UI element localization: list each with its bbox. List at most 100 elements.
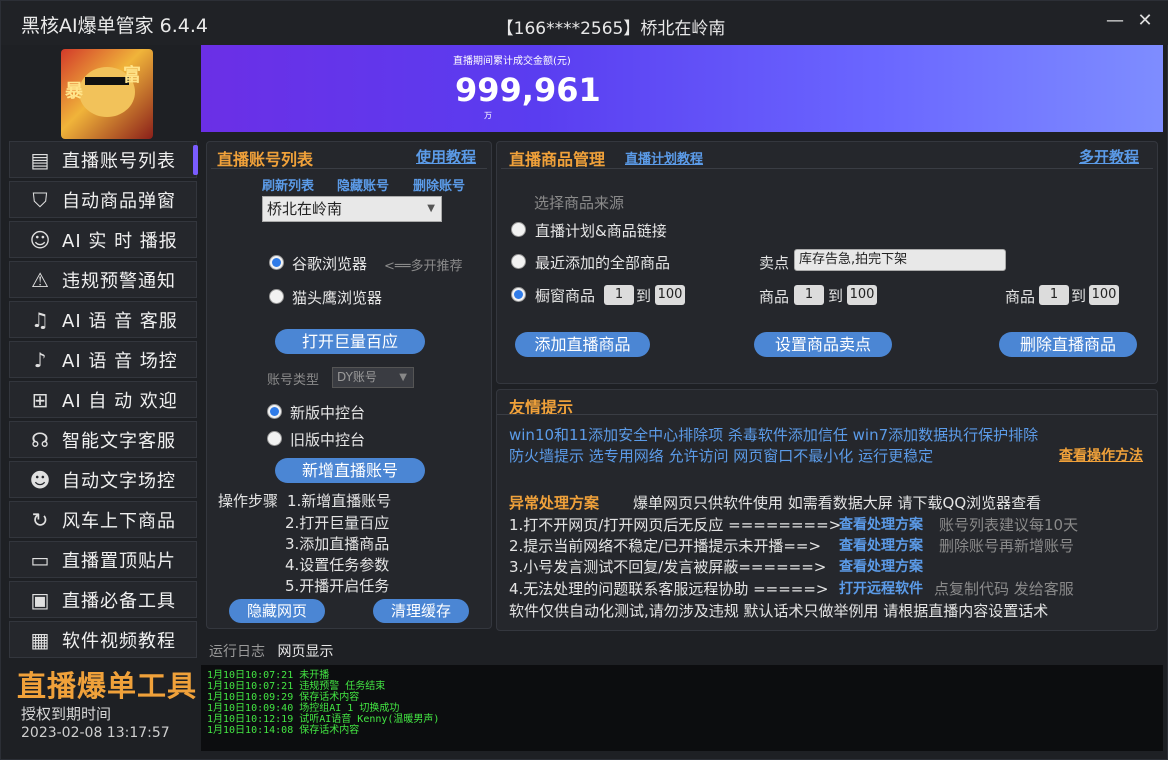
nav-selected-indicator [193,145,198,175]
agent-icon: ☺ [29,227,51,252]
range-start-input[interactable]: 1 [604,285,634,305]
del-range-start-input[interactable]: 1 [1039,285,1069,305]
plan-tutorial-link[interactable]: 直播计划教程 [625,148,703,167]
tab-run-log[interactable]: 运行日志 [209,644,265,660]
shopping-bag-icon: ⛉ [32,187,48,212]
goods-label: 商品 [1005,288,1036,306]
refresh-icon: ↻ [31,507,49,532]
sidebar-item-label: 智能文字客服 [62,430,176,452]
range-to-label: 到 [1071,287,1087,305]
banner-unit: 万 [484,111,492,120]
hide-account-link[interactable]: 隐藏账号 [337,175,389,194]
divider [211,168,487,169]
tips-line-1: win10和11添加安全中心排除项 杀毒软件添加信任 win7添加数据执行保护排… [509,426,1039,444]
goods-panel-title: 直播商品管理 [509,150,606,169]
sidebar-item[interactable]: ▣ 直播必备工具 [9,581,197,618]
source-label: 选择商品来源 [534,194,625,212]
sidebar-item-label: 自动文字场控 [62,470,176,492]
sidebar-item-label: 直播账号列表 [62,150,176,172]
window-goods-radio[interactable] [511,287,526,302]
view-method-link[interactable]: 查看操作方法 [1059,445,1143,465]
sidebar-item[interactable]: ▦ 软件视频教程 [9,621,197,658]
sales-banner: 直播期间累计成交金额(元) 999,961 万 [201,45,1163,132]
open-juliang-button[interactable]: 打开巨量百应 [275,329,425,354]
add-goods-button[interactable]: 添加直播商品 [515,332,650,357]
camera-icon: ▣ [30,587,50,612]
view-solution-link-3[interactable]: 查看处理方案 [839,556,923,576]
log-line: 1月10日10:07:21 违规预警 任务结束 [207,681,386,692]
step-item: 5.开播开启任务 [285,577,390,595]
old-console-label: 旧版中控台 [290,431,366,449]
sidebar-item[interactable]: ☊ 智能文字客服 [9,421,197,458]
issue-row-4: 4.无法处理的问题联系客服远程协助 =====> [509,580,829,598]
minimize-button[interactable]: — [1103,9,1127,33]
chevron-down-icon: ▼ [427,203,435,214]
delete-goods-button[interactable]: 删除直播商品 [999,332,1137,357]
sidebar-item[interactable]: ⊞ AI 自 动 欢迎 [9,381,197,418]
sidebar-item[interactable]: ☻ 自动文字场控 [9,461,197,498]
sidebar-item-label: AI 语 音 客服 [62,310,178,332]
brand-logo-text: 直播爆单工具 [17,669,198,703]
disclaimer-footer: 软件仅供自动化测试,请勿涉及违规 默认话术只做举例用 请根据直播内容设置话术 [509,602,1049,620]
close-button[interactable]: ✕ [1133,9,1157,33]
title-bar: 黑核AI爆单管家 6.4.4 【166****2565】桥北在岭南 — ✕ [1,1,1168,45]
sidebar-item-label: 软件视频教程 [62,630,176,652]
account-panel-title: 直播账号列表 [217,150,314,169]
clear-cache-button[interactable]: 清理缓存 [373,599,469,623]
set-range-start-input[interactable]: 1 [794,285,824,305]
view-solution-link-2[interactable]: 查看处理方案 [839,535,923,555]
issue-row-3: 3.小号发言测试不回复/发言被屏蔽======> [509,558,827,576]
step-item: 2.打开巨量百应 [285,514,390,532]
old-console-radio[interactable] [267,431,282,446]
multi-open-tutorial-link[interactable]: 多开教程 [1079,146,1139,167]
delete-account-link[interactable]: 删除账号 [413,175,465,194]
sidebar-item-label: 直播必备工具 [62,590,176,612]
open-remote-link[interactable]: 打开远程软件 [839,578,923,598]
sidebar-item[interactable]: ♪ AI 语 音 场控 [9,341,197,378]
abnormal-desc: 爆单网页只供软件使用 如需看数据大屏 请下载QQ浏览器查看 [633,494,1042,512]
voice-service-icon: ♫ [31,307,49,332]
sidebar-item-label: AI 语 音 场控 [62,350,178,372]
tips-line-2: 防火墙提示 选专用网络 允许访问 网页窗口不最小化 运行更稳定 [509,447,934,465]
sidebar-item[interactable]: ⛉ 自动商品弹窗 [9,181,197,218]
hide-page-button[interactable]: 隐藏网页 [229,599,325,623]
owl-browser-radio[interactable] [269,289,284,304]
set-selling-point-button[interactable]: 设置商品卖点 [754,332,892,357]
account-type-select[interactable]: DY账号 ▼ [332,367,414,388]
sidebar-item[interactable]: ♫ AI 语 音 客服 [9,301,197,338]
sidebar-item[interactable]: ▭ 直播置顶贴片 [9,541,197,578]
selling-point-label: 卖点 [759,254,790,272]
chrome-browser-label: 谷歌浏览器 [292,255,368,273]
account-panel: 直播账号列表 使用教程 刷新列表 隐藏账号 删除账号 桥北在岭南 ▼ 谷歌浏览器… [206,141,492,629]
tips-panel: 友情提示 win10和11添加安全中心排除项 杀毒软件添加信任 win7添加数据… [496,389,1158,631]
sidebar-item[interactable]: ↻ 风车上下商品 [9,501,197,538]
banner-value: 999,961 [455,71,601,109]
avatar: 暴 富 [61,49,153,139]
set-range-end-input[interactable]: 100 [847,285,877,305]
banner-label: 直播期间累计成交金额(元) [453,56,571,67]
steps-title: 操作步骤 [218,492,279,510]
chrome-browser-radio[interactable] [269,255,284,270]
account-select[interactable]: 桥北在岭南 ▼ [262,196,442,222]
window-goods-label: 橱窗商品 [535,287,596,305]
divider [497,414,1157,415]
owl-browser-label: 猫头鹰浏览器 [292,289,383,307]
new-console-radio[interactable] [267,404,282,419]
selling-point-input[interactable]: 库存告急,拍完下架 [794,249,1006,271]
recent-goods-radio[interactable] [511,254,526,269]
view-solution-link-1[interactable]: 查看处理方案 [839,514,923,534]
tab-web-display[interactable]: 网页显示 [277,644,333,660]
sidebar-item[interactable]: ☺ AI 实 时 播报 [9,221,197,258]
refresh-list-link[interactable]: 刷新列表 [262,175,314,194]
new-console-label: 新版中控台 [290,404,366,422]
sidebar-item[interactable]: ⚠ 违规预警通知 [9,261,197,298]
headset-icon: ☊ [31,427,49,452]
range-end-input[interactable]: 100 [655,285,685,305]
add-account-button[interactable]: 新增直播账号 [275,458,425,483]
sidebar: 暴 富 ▤ 直播账号列表 ⛉ 自动商品弹窗 ☺ AI 实 时 播报 ⚠ 违规预警通知 ♫ AI 语… [7,45,199,757]
usage-tutorial-link[interactable]: 使用教程 [416,146,476,167]
plan-link-radio[interactable] [511,222,526,237]
log-output: 1月10日10:07:21 未开播 1月10日10:07:21 违规预警 任务结… [201,665,1163,751]
sidebar-item[interactable]: ▤ 直播账号列表 [9,141,197,178]
del-range-end-input[interactable]: 100 [1089,285,1119,305]
